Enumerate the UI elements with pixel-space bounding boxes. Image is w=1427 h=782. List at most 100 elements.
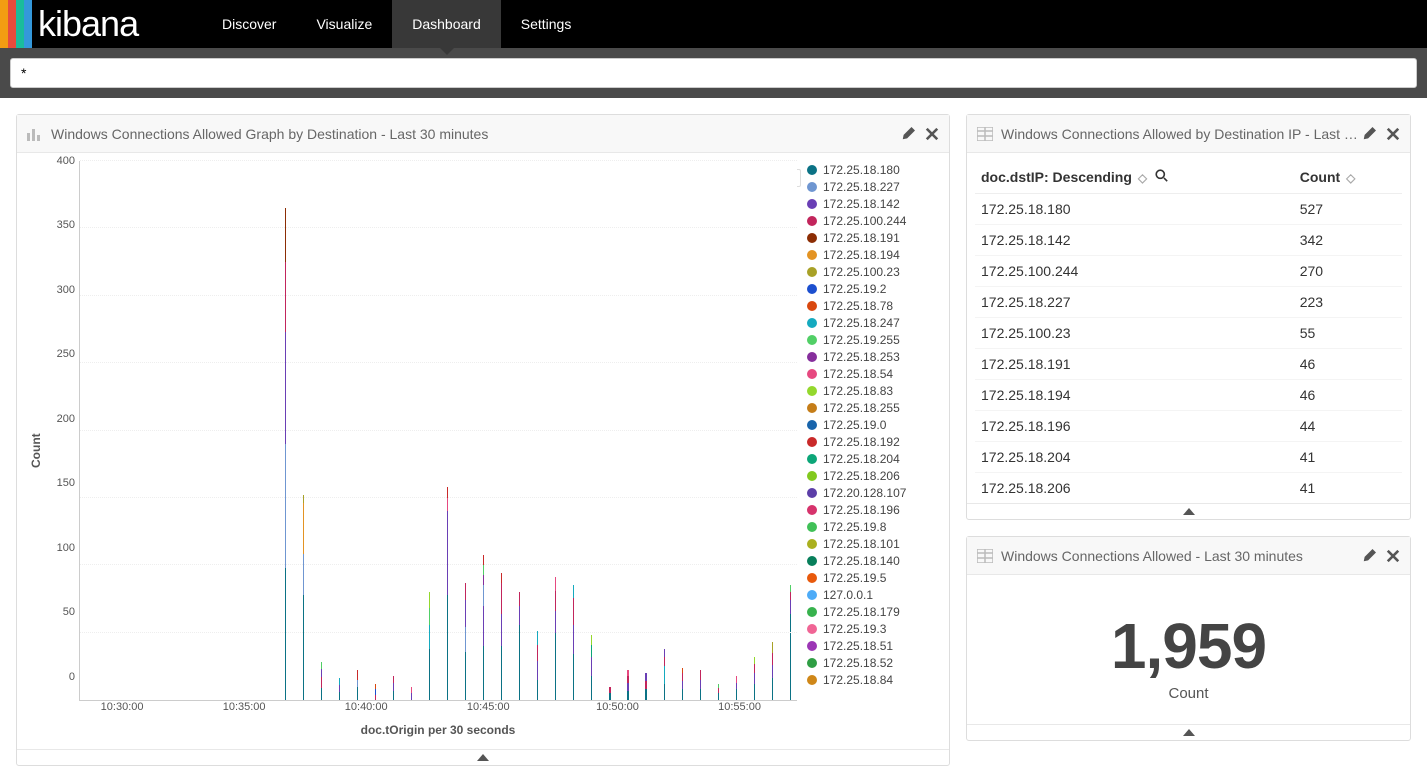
legend-item[interactable]: 172.25.19.255: [807, 331, 941, 348]
chart-segment[interactable]: [537, 631, 538, 644]
chart-segment[interactable]: [682, 673, 683, 681]
chart-bar[interactable]: [682, 161, 683, 700]
search-icon[interactable]: [1155, 169, 1168, 182]
legend-item[interactable]: 172.25.100.23: [807, 263, 941, 280]
chart-segment[interactable]: [285, 332, 286, 444]
chart-segment[interactable]: [754, 673, 755, 684]
chart-segment[interactable]: [700, 680, 701, 689]
table-row[interactable]: 172.25.18.20441: [975, 442, 1402, 473]
chart-segment[interactable]: [591, 676, 592, 700]
logo[interactable]: kibana: [32, 0, 202, 48]
chart-segment[interactable]: [591, 635, 592, 644]
chart-bar[interactable]: [591, 161, 592, 700]
chart-segment[interactable]: [736, 689, 737, 700]
search-input[interactable]: [10, 58, 1417, 88]
legend-item[interactable]: 172.25.18.51: [807, 637, 941, 654]
chart-plot-area[interactable]: [79, 161, 797, 701]
chart-bar[interactable]: [718, 161, 719, 700]
chart-bar[interactable]: [303, 161, 304, 700]
chart-bar[interactable]: [339, 161, 340, 700]
pencil-icon[interactable]: [1362, 549, 1376, 563]
chart-bar[interactable]: [248, 161, 249, 700]
chart-bar[interactable]: [393, 161, 394, 700]
chart-segment[interactable]: [573, 654, 574, 700]
legend-item[interactable]: 172.25.18.255: [807, 399, 941, 416]
chevron-up-icon[interactable]: [1183, 729, 1195, 736]
chevron-up-icon[interactable]: [1183, 508, 1195, 515]
pencil-icon[interactable]: [1362, 127, 1376, 141]
chart-segment[interactable]: [573, 598, 574, 625]
chart-segment[interactable]: [483, 585, 484, 605]
chart-segment[interactable]: [664, 657, 665, 666]
chart-segment[interactable]: [627, 676, 628, 683]
legend-item[interactable]: 172.25.18.142: [807, 195, 941, 212]
chart-bar[interactable]: [321, 161, 322, 700]
pencil-icon[interactable]: [901, 127, 915, 141]
chart-segment[interactable]: [609, 687, 610, 694]
sort-icon[interactable]: ◇: [1346, 171, 1355, 185]
chart-bar[interactable]: [230, 161, 231, 700]
legend-item[interactable]: 172.25.18.247: [807, 314, 941, 331]
chart-segment[interactable]: [645, 681, 646, 689]
table-row[interactable]: 172.25.18.19446: [975, 380, 1402, 411]
chart-bar[interactable]: [573, 161, 574, 700]
table-row[interactable]: 172.25.18.19146: [975, 349, 1402, 380]
legend-item[interactable]: 172.25.100.244: [807, 212, 941, 229]
chart-segment[interactable]: [664, 666, 665, 684]
chart-segment[interactable]: [664, 649, 665, 657]
chart-bar[interactable]: [375, 161, 376, 700]
chart-segment[interactable]: [321, 677, 322, 688]
legend-collapse-toggle[interactable]: [797, 169, 801, 187]
chart-segment[interactable]: [754, 684, 755, 700]
legend-item[interactable]: 172.25.18.253: [807, 348, 941, 365]
legend-item[interactable]: 172.25.18.101: [807, 535, 941, 552]
chart-segment[interactable]: [501, 573, 502, 582]
col-header-ip[interactable]: doc.dstIP: Descending ◇: [975, 161, 1294, 194]
chart-segment[interactable]: [682, 681, 683, 689]
chart-bar[interactable]: [519, 161, 520, 700]
chart-segment[interactable]: [555, 633, 556, 700]
close-icon[interactable]: [1386, 549, 1400, 563]
chart-segment[interactable]: [483, 565, 484, 574]
chart-bar[interactable]: [176, 161, 177, 700]
chart-segment[interactable]: [285, 262, 286, 332]
chart-segment[interactable]: [339, 692, 340, 700]
legend-item[interactable]: 172.25.18.206: [807, 467, 941, 484]
table-row[interactable]: 172.25.18.20641: [975, 473, 1402, 504]
chart-segment[interactable]: [285, 568, 286, 700]
legend-item[interactable]: 172.25.19.2: [807, 280, 941, 297]
chart-segment[interactable]: [411, 693, 412, 700]
chart-bar[interactable]: [555, 161, 556, 700]
legend-item[interactable]: 172.25.18.84: [807, 671, 941, 688]
chart-segment[interactable]: [772, 678, 773, 700]
chart-bar[interactable]: [285, 161, 286, 700]
chart-bar[interactable]: [627, 161, 628, 700]
chart-segment[interactable]: [393, 691, 394, 700]
legend-item[interactable]: 172.25.18.52: [807, 654, 941, 671]
chart-segment[interactable]: [772, 665, 773, 678]
table-row[interactable]: 172.25.18.180527: [975, 194, 1402, 225]
chart-segment[interactable]: [537, 645, 538, 661]
table-row[interactable]: 172.25.18.142342: [975, 225, 1402, 256]
chart-segment[interactable]: [465, 583, 466, 601]
chart-segment[interactable]: [700, 670, 701, 679]
chart-segment[interactable]: [555, 591, 556, 611]
chart-segment[interactable]: [736, 683, 737, 690]
table-row[interactable]: 172.25.18.227223: [975, 287, 1402, 318]
nav-tab-dashboard[interactable]: Dashboard: [392, 0, 501, 48]
legend-item[interactable]: 172.25.18.54: [807, 365, 941, 382]
chart-segment[interactable]: [790, 592, 791, 600]
chart-bar[interactable]: [537, 161, 538, 700]
legend-item[interactable]: 172.25.18.78: [807, 297, 941, 314]
chart-segment[interactable]: [627, 683, 628, 691]
chart-segment[interactable]: [519, 606, 520, 625]
chart-segment[interactable]: [501, 583, 502, 614]
chart-segment[interactable]: [537, 661, 538, 680]
chevron-up-icon[interactable]: [477, 754, 489, 761]
chart-segment[interactable]: [483, 646, 484, 700]
chart-segment[interactable]: [447, 511, 448, 595]
chart-segment[interactable]: [339, 678, 340, 685]
chart-segment[interactable]: [790, 600, 791, 613]
legend-item[interactable]: 172.20.128.107: [807, 484, 941, 501]
chart-bar[interactable]: [447, 161, 448, 700]
